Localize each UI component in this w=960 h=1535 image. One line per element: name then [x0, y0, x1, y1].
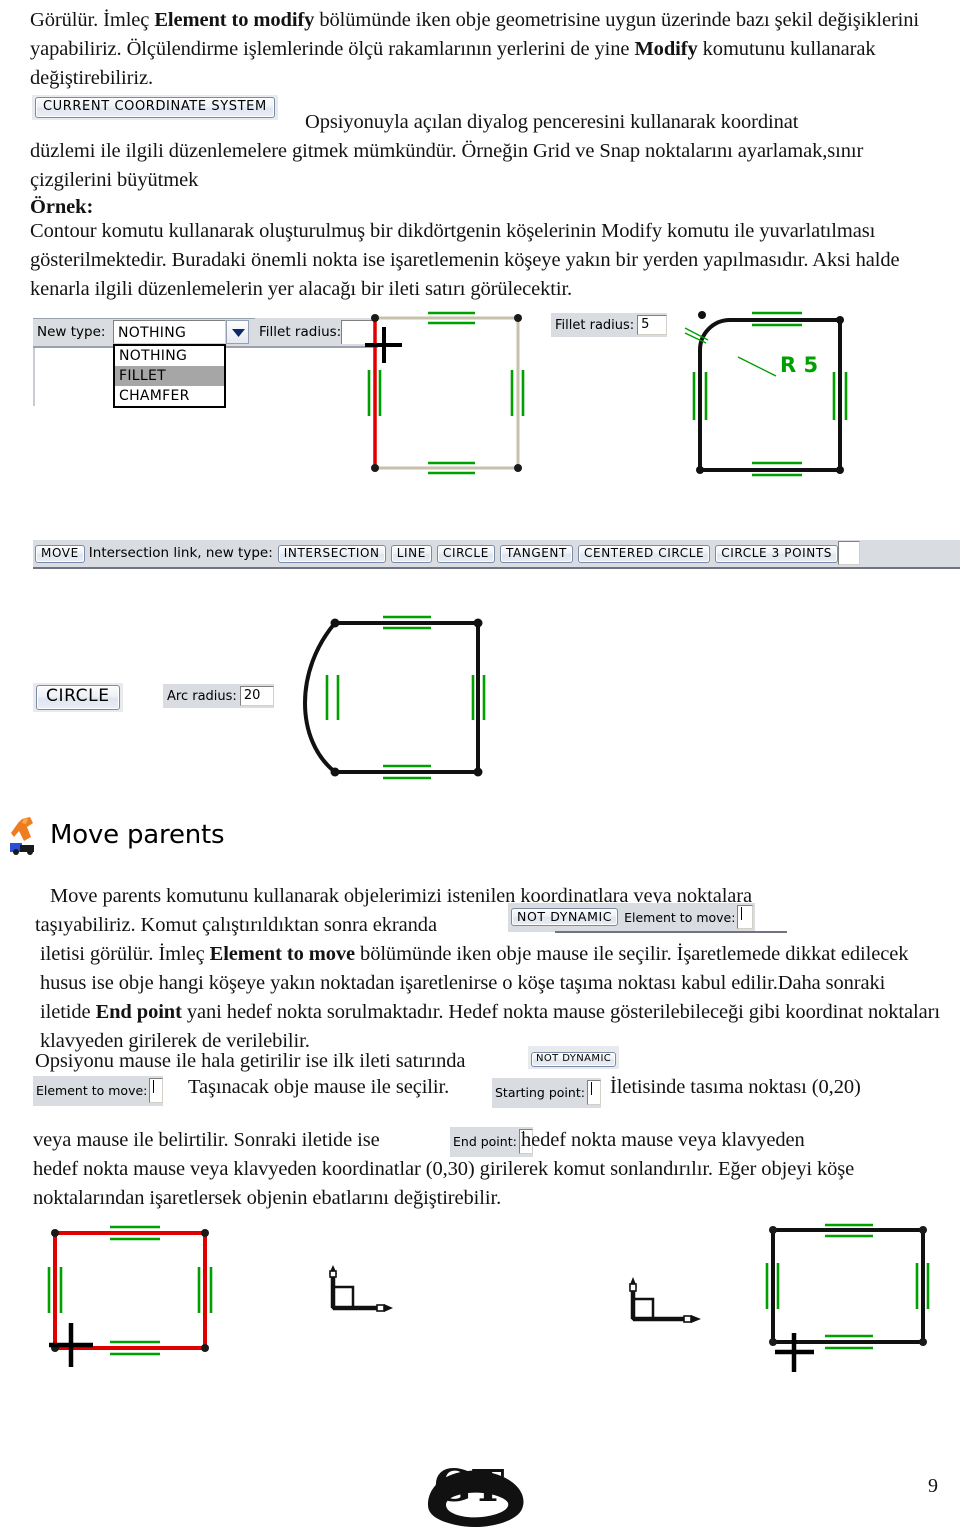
p3-seg2: iletisi görülür. İmleç	[40, 943, 210, 965]
not-dynamic-widget-2: NOT DYNAMIC	[528, 1046, 620, 1069]
current-coordinate-system-button[interactable]: CURRENT COORDINATE SYSTEM	[35, 97, 275, 118]
paragraph-3-line2: taşıyabiliriz. Komut çalıştırıldıktan so…	[35, 911, 437, 940]
move-parents-title: Move parents	[50, 820, 225, 850]
element-to-move-widget: Element to move:	[33, 1076, 164, 1106]
paragraph-4-line1b: hedef nokta mause veya klavyeden	[521, 1126, 805, 1155]
move-parents-heading: Move parents	[8, 815, 225, 855]
chevron-down-icon[interactable]	[226, 320, 249, 344]
fillet-radius-empty-label: Fillet radius:	[259, 324, 342, 340]
red-rectangle-drawing	[47, 1225, 213, 1367]
paragraph-3-line1: Move parents komutunu kullanarak objeler…	[50, 882, 940, 911]
p3-seg7: İletisinde tasıma noktası (0,20)	[610, 1076, 861, 1098]
p4-seg2: hedef nokta mause veya klavyeden koordin…	[33, 1158, 855, 1209]
end-point-label: End point:	[453, 1134, 517, 1149]
gt-logo-text: GT	[434, 1461, 505, 1512]
page-number: 9	[928, 1475, 938, 1497]
filleted-rectangle-drawing: R 5	[684, 311, 848, 477]
circle-command-button[interactable]: CIRCLE	[36, 685, 120, 710]
new-type-label: New type:	[37, 324, 106, 340]
p2-seg2: Contour komutu kullanarak oluşturulmuş b…	[30, 220, 900, 300]
move-button[interactable]: MOVE	[35, 545, 85, 563]
paragraph-2-body: Contour komutu kullanarak oluşturulmuş b…	[30, 217, 940, 304]
element-to-move-input-1[interactable]	[737, 905, 754, 929]
new-type-dropdown-widget: New type: NOTHING Fillet radius: NOTHING…	[33, 312, 378, 412]
p2-seg1-head: Opsiyonuyla açılan diyalog penceresini k…	[305, 111, 799, 133]
black-rectangle-drawing	[765, 1223, 930, 1372]
intersection-link-prompt: Intersection link, new type:	[88, 544, 273, 561]
not-dynamic-button-1[interactable]: NOT DYNAMIC	[511, 907, 619, 926]
element-to-move-label-2: Element to move:	[36, 1083, 148, 1098]
chevron-down-icon-svg	[232, 329, 245, 337]
starting-point-input[interactable]	[586, 1080, 601, 1105]
p3-seg5: Opsiyonu mause ile hala getirilir ise il…	[35, 1050, 466, 1072]
not-dynamic-widget-1: NOT DYNAMIC Element to move:	[508, 903, 756, 932]
new-type-option-list[interactable]: NOTHING FILLET CHAMFER	[113, 344, 226, 408]
move-toolbar-underline	[33, 567, 960, 569]
circle-3-points-button[interactable]: CIRCLE 3 POINTS	[715, 545, 838, 563]
centered-circle-button[interactable]: CENTERED CIRCLE	[578, 545, 711, 563]
arc-edge-shape-drawing	[303, 615, 486, 780]
new-type-option-fillet[interactable]: FILLET	[115, 366, 224, 386]
not-dynamic-widget-1-underline	[555, 931, 787, 933]
cursor-crosshair-icon	[365, 327, 402, 363]
p1-seg1: Görülür. İmleç	[30, 9, 155, 31]
paragraph-3-line7b: İletisinde tasıma noktası (0,20)	[610, 1073, 861, 1102]
paragraph-2: Opsiyonuyla açılan diyalog penceresini k…	[305, 108, 935, 137]
radius-label: R 5	[780, 353, 818, 377]
fillet-radius-set-input[interactable]: 5	[637, 315, 668, 335]
paragraph-3-line3: iletisi görülür. İmleç Element to move b…	[40, 940, 940, 1056]
p1-bold-modify: Modify	[634, 38, 698, 60]
p3-seg1b: taşıyabiliriz. Komut çalıştırıldıktan so…	[35, 914, 437, 936]
paragraph-3-line7: Taşınacak obje mause ile seçilir.	[188, 1073, 449, 1102]
element-to-move-label-1: Element to move:	[624, 909, 736, 925]
ornek-label: Örnek:	[30, 196, 94, 218]
coordinate-axis-symbol-2	[629, 1277, 701, 1323]
move-toolbar: MOVE Intersection link, new type: INTERSE…	[33, 540, 960, 567]
p3-bold-end-point: End point	[95, 1001, 182, 1023]
element-to-move-input-2[interactable]	[149, 1078, 164, 1103]
contour-rectangle-drawing	[365, 311, 525, 475]
p4-seg1: veya mause ile belirtilir. Sonraki ileti…	[33, 1129, 380, 1151]
new-type-panel-edge	[33, 348, 35, 406]
p4-seg1b: hedef nokta mause veya klavyeden	[521, 1129, 805, 1151]
gt-logo: GT	[428, 1461, 524, 1528]
arc-radius-input[interactable]: 20	[239, 686, 274, 706]
paragraph-3-line6: Opsiyonu mause ile hala getirilir ise il…	[35, 1047, 466, 1076]
move-parents-icon	[10, 817, 34, 855]
p3-seg6: Taşınacak obje mause ile seçilir.	[188, 1076, 450, 1098]
p2-seg1-rest: düzlemi ile ilgili düzenlemelere gitmek …	[30, 140, 864, 191]
paragraph-1: Görülür. İmleç Element to modify bölümün…	[30, 6, 935, 93]
cursor-crosshair-icon	[775, 1333, 814, 1372]
starting-point-label: Starting point:	[495, 1085, 585, 1100]
new-type-option-chamfer[interactable]: CHAMFER	[115, 386, 224, 406]
fillet-radius-set-group: Fillet radius: 5	[551, 313, 668, 337]
intersection-button[interactable]: INTERSECTION	[277, 545, 386, 563]
p3-bold-element-to-move: Element to move	[209, 943, 356, 965]
arc-radius-group: Arc radius: 20	[163, 684, 274, 708]
circle-button-wrap: CIRCLE	[33, 683, 123, 712]
circle-button[interactable]: CIRCLE	[436, 545, 495, 563]
line-button[interactable]: LINE	[390, 545, 432, 563]
starting-point-widget: Starting point:	[492, 1078, 601, 1108]
document-page: Görülür. İmleç Element to modify bölümün…	[0, 0, 960, 1531]
fillet-radius-set-label: Fillet radius:	[555, 317, 635, 333]
arc-radius-label: Arc radius:	[167, 688, 237, 704]
new-type-option-nothing[interactable]: NOTHING	[115, 346, 224, 366]
paragraph-2-cont: düzlemi ile ilgili düzenlemelere gitmek …	[30, 137, 935, 195]
paragraph-4-line1: veya mause ile belirtilir. Sonraki ileti…	[33, 1126, 380, 1155]
p1-bold-element-to-modify: Element to modify	[154, 9, 315, 31]
tangent-button[interactable]: TANGENT	[499, 545, 573, 563]
not-dynamic-button-2[interactable]: NOT DYNAMIC	[531, 1052, 617, 1067]
current-coordinate-system-button-wrap: CURRENT COORDINATE SYSTEM	[32, 95, 278, 120]
move-toolbar-input[interactable]	[838, 540, 860, 565]
coordinate-axis-symbol-1	[329, 1265, 393, 1312]
new-type-combo-value[interactable]: NOTHING	[113, 320, 226, 344]
